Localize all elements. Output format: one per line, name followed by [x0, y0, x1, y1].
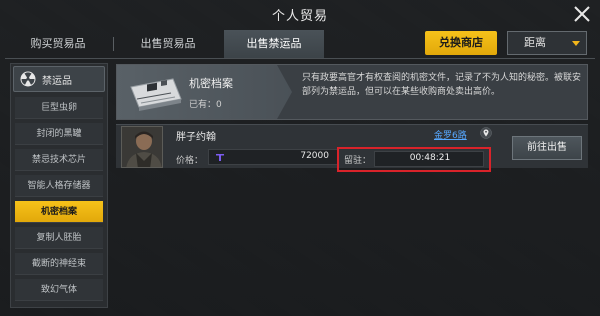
- close-button[interactable]: [570, 2, 594, 26]
- divider: [5, 58, 595, 59]
- item-name: 机密档案: [189, 77, 233, 90]
- avatar: [121, 126, 163, 168]
- merchant-portrait-icon: [122, 127, 162, 167]
- item-banner: 机密档案 已有：0 只有政要高官才有权查阅的机密文件，记录了不为人知的秘密。被联…: [116, 64, 588, 120]
- stay-label: 留驻：: [344, 156, 372, 166]
- radiation-icon: [20, 71, 36, 87]
- location-link[interactable]: 金罗6路: [434, 128, 467, 141]
- stay-time-value: 00:48:21: [409, 153, 451, 163]
- sidebar-item-sealed-black-jar[interactable]: 封闭的黑罐: [15, 123, 103, 145]
- sidebar-item-hallucinogenic-gas[interactable]: 致幻气体: [15, 279, 103, 301]
- sidebar-header-label: 禁运品: [42, 75, 72, 87]
- sidebar-item-classified-files[interactable]: 机密档案: [15, 201, 103, 223]
- seller-name: 胖子约翰: [176, 132, 216, 143]
- go-sell-button[interactable]: 前往出售: [512, 136, 582, 160]
- currency-icon: [215, 152, 225, 162]
- close-icon: [574, 6, 590, 22]
- price-field: 72000: [208, 149, 338, 165]
- circuit-card-icon: [130, 78, 182, 111]
- location-pin-icon[interactable]: [480, 127, 492, 139]
- item-owned-count: 已有：0: [189, 100, 222, 110]
- sidebar-header[interactable]: 禁运品: [13, 66, 105, 92]
- sort-distance-dropdown[interactable]: 距离: [507, 31, 587, 55]
- sidebar-item-severed-nerve[interactable]: 截断的神经束: [15, 253, 103, 275]
- price-value: 72000: [300, 151, 329, 161]
- tab-buy-trade-goods[interactable]: 购买贸易品: [8, 30, 108, 58]
- sidebar-item-clone-embryo[interactable]: 复制人胚胎: [15, 227, 103, 249]
- price-label: 价格：: [176, 156, 204, 166]
- tab-divider: [113, 37, 114, 51]
- stay-time-field: 00:48:21: [374, 151, 484, 167]
- tab-sell-contraband[interactable]: 出售禁运品: [224, 30, 324, 58]
- item-banner-header: 机密档案 已有：0: [117, 65, 292, 119]
- tab-sell-trade-goods[interactable]: 出售贸易品: [118, 30, 218, 58]
- sidebar-item-giant-egg[interactable]: 巨型虫卵: [15, 97, 103, 119]
- sidebar-item-forbidden-chip[interactable]: 禁忌技术芯片: [15, 149, 103, 171]
- chevron-down-icon: [572, 41, 580, 46]
- sidebar-item-ai-storage[interactable]: 智能人格存储器: [15, 175, 103, 197]
- exchange-shop-button[interactable]: 兑换商店: [425, 31, 497, 55]
- title-bar: 个人贸易: [0, 0, 600, 28]
- category-sidebar: 禁运品 巨型虫卵 封闭的黑罐 禁忌技术芯片 智能人格存储器 机密档案 复制人胚胎…: [10, 63, 108, 308]
- window-title: 个人贸易: [271, 8, 328, 24]
- item-description: 只有政要高官才有权查阅的机密文件，记录了不为人知的秘密。被联安部列为禁运品，但可…: [302, 73, 582, 97]
- sort-distance-label: 距离: [524, 36, 546, 49]
